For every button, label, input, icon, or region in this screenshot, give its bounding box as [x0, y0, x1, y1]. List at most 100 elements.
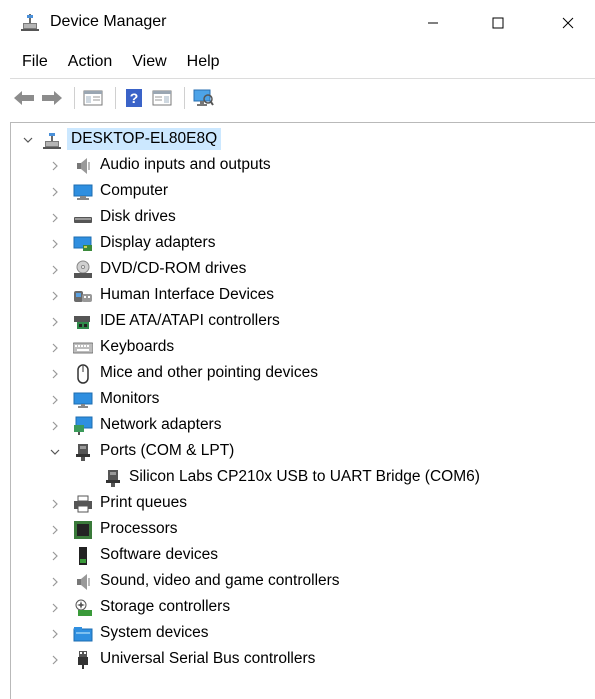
keyboard-icon [73, 342, 93, 354]
tree-item-disk-drives[interactable]: Disk drives [11, 205, 595, 231]
chevron-right-icon[interactable] [49, 628, 61, 640]
usb-icon [78, 651, 88, 669]
software-device-icon [79, 547, 87, 565]
tree-item-human-interface-devices[interactable]: Human Interface Devices [11, 283, 595, 309]
chevron-right-icon[interactable] [49, 524, 61, 536]
tree-item-ports-com-lpt[interactable]: Ports (COM & LPT) [11, 439, 595, 465]
tree-item-software-devices[interactable]: Software devices [11, 543, 595, 569]
svg-text:?: ? [130, 90, 139, 106]
show-hide-console-tree-button[interactable] [81, 86, 105, 110]
chevron-right-icon[interactable] [49, 368, 61, 380]
tree-item-label: Storage controllers [100, 598, 231, 615]
chevron-right-icon[interactable] [49, 654, 61, 666]
menu-divider [10, 78, 595, 79]
show-hide-console-tree-icon [83, 90, 103, 106]
maximize-button[interactable] [475, 0, 521, 46]
tree-item-sound-video-and-game-controllers[interactable]: Sound, video and game controllers [11, 569, 595, 595]
storage-controller-icon [75, 599, 92, 616]
menu-file[interactable]: File [22, 53, 48, 71]
toolbar-separator [184, 87, 185, 109]
tree-item-network-adapters[interactable]: Network adapters [11, 413, 595, 439]
tree-item-audio-inputs-and-outputs[interactable]: Audio inputs and outputs [11, 153, 595, 179]
chevron-right-icon[interactable] [49, 238, 61, 250]
menu-bar: File Action View Help [0, 48, 595, 76]
chevron-down-icon[interactable] [49, 446, 61, 458]
disk-drive-icon [74, 217, 92, 223]
tree-item-label: Mice and other pointing devices [100, 364, 318, 381]
tree-item-system-devices[interactable]: System devices [11, 621, 595, 647]
tree-item-mice-and-other-pointing-devices[interactable]: Mice and other pointing devices [11, 361, 595, 387]
tree-item-label: Software devices [100, 546, 219, 563]
tree-item-label: Network adapters [100, 416, 222, 433]
chevron-right-icon[interactable] [49, 212, 61, 224]
chevron-right-icon[interactable] [49, 290, 61, 302]
close-button[interactable] [545, 0, 591, 46]
maximize-icon [492, 17, 504, 29]
toolbar-separator [115, 87, 116, 109]
chevron-right-icon[interactable] [49, 576, 61, 588]
menu-action[interactable]: Action [68, 53, 112, 71]
sound-controller-icon [77, 574, 90, 590]
tree-item-label: Sound, video and game controllers [100, 572, 340, 589]
chevron-right-icon[interactable] [49, 160, 61, 172]
tree-item-label: Processors [100, 520, 178, 537]
tree-item-dvd-cd-rom-drives[interactable]: DVD/CD-ROM drives [11, 257, 595, 283]
tree-item-processors[interactable]: Processors [11, 517, 595, 543]
tree-item-label: Computer [100, 182, 169, 199]
chevron-right-icon[interactable] [49, 342, 61, 354]
forward-button[interactable] [40, 86, 64, 110]
tree-item-label: Silicon Labs CP210x USB to UART Bridge (… [129, 468, 480, 485]
scan-hardware-changes-icon [193, 89, 214, 106]
minimize-button[interactable] [410, 0, 456, 46]
chevron-right-icon[interactable] [49, 316, 61, 328]
chevron-right-icon[interactable] [49, 602, 61, 614]
menu-view[interactable]: View [132, 53, 166, 71]
menu-help[interactable]: Help [187, 53, 220, 71]
chevron-down-icon[interactable] [22, 134, 34, 146]
tree-item-label: IDE ATA/ATAPI controllers [100, 312, 280, 329]
ide-controller-icon [74, 316, 90, 329]
tree-item-monitors[interactable]: Monitors [11, 387, 595, 413]
tree-item-label: Keyboards [100, 338, 175, 355]
toolbar-separator [74, 87, 75, 109]
back-arrow-icon [14, 91, 34, 105]
tree-item-universal-serial-bus-controllers[interactable]: Universal Serial Bus controllers [11, 647, 595, 673]
tree-item-label: Print queues [100, 494, 188, 511]
computer-root-icon [43, 133, 61, 149]
chevron-right-icon[interactable] [49, 264, 61, 276]
tree-item-label: Human Interface Devices [100, 286, 275, 303]
chevron-right-icon[interactable] [49, 550, 61, 562]
tree-item-label: Audio inputs and outputs [100, 156, 271, 173]
properties-icon [152, 90, 172, 106]
tree-item-computer[interactable]: Computer [11, 179, 595, 205]
help-button[interactable]: ? [122, 86, 146, 110]
properties-button[interactable] [150, 86, 174, 110]
dvd-drive-icon [74, 260, 92, 278]
tree-item-print-queues[interactable]: Print queues [11, 491, 595, 517]
tree-item-label: Monitors [100, 390, 160, 407]
scan-hardware-changes-button[interactable] [191, 86, 215, 110]
printer-icon [74, 495, 92, 513]
tree-item-ide-ata-atapi-controllers[interactable]: IDE ATA/ATAPI controllers [11, 309, 595, 335]
chevron-right-icon[interactable] [49, 498, 61, 510]
tree-item-storage-controllers[interactable]: Storage controllers [11, 595, 595, 621]
toolbar: ? [0, 80, 595, 116]
monitor-icon [73, 392, 93, 408]
tree-item-display-adapters[interactable]: Display adapters [11, 231, 595, 257]
port-icon [76, 444, 90, 461]
back-button[interactable] [12, 86, 36, 110]
forward-arrow-icon [42, 91, 62, 105]
tree-item-silicon-labs-cp210x[interactable]: Silicon Labs CP210x USB to UART Bridge (… [11, 465, 595, 491]
tree-root-label: DESKTOP-EL80E8Q [67, 128, 222, 150]
chevron-right-icon[interactable] [49, 394, 61, 406]
close-icon [562, 17, 574, 29]
port-icon [106, 470, 120, 487]
tree-root[interactable]: DESKTOP-EL80E8Q [11, 127, 595, 153]
chevron-right-icon[interactable] [49, 420, 61, 432]
tree-item-keyboards[interactable]: Keyboards [11, 335, 595, 361]
tree-item-label: Universal Serial Bus controllers [100, 650, 316, 667]
chevron-right-icon[interactable] [49, 186, 61, 198]
title-bar: Device Manager [0, 0, 595, 46]
mouse-icon [77, 364, 89, 384]
hid-icon [74, 291, 92, 302]
